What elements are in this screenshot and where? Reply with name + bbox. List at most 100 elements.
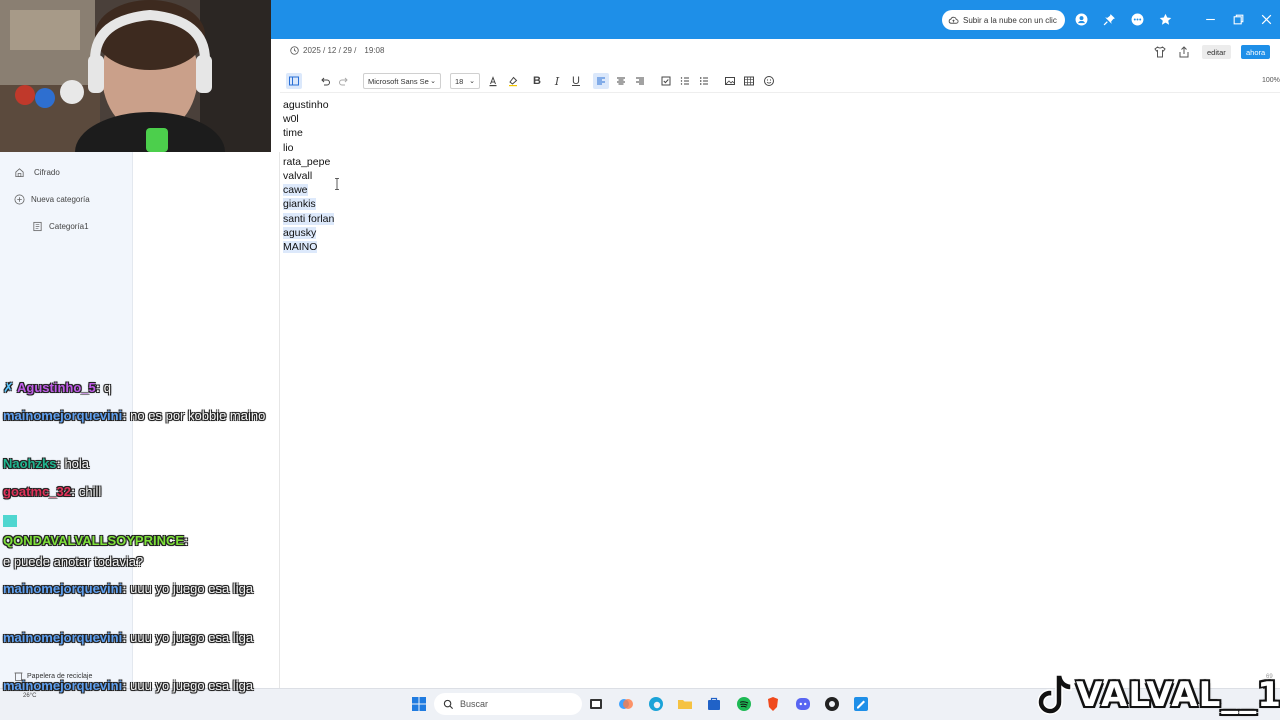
brave-icon[interactable] [765,696,781,712]
highlight-icon[interactable] [505,73,521,89]
image-icon[interactable] [722,73,738,89]
chat-colon: : [122,581,127,596]
text-line[interactable]: MAINO [283,240,334,254]
tiktok-watermark: VALVAL__11 [1036,672,1280,718]
file-explorer-icon[interactable] [677,696,693,712]
font-size-value: 18 [455,76,464,86]
zoom-level: 100% [1262,77,1280,84]
font-size-select[interactable]: 18 ⌄ [450,73,480,89]
shirt-icon[interactable] [1153,45,1167,59]
checkbox-icon[interactable] [658,73,674,89]
text-line[interactable]: w0l [283,112,334,126]
italic-icon[interactable]: I [549,73,565,89]
text-line[interactable]: giankis [283,197,334,211]
table-icon[interactable] [741,73,757,89]
text-line[interactable]: rata_pepe [283,155,334,169]
chat-colon: : [95,380,101,395]
notebook-icon [33,221,42,232]
sidebar-item-label: Categoría1 [49,222,89,231]
text-line-content: MAINO [283,241,318,254]
pencil-badge-icon: ✗ [3,380,18,395]
star-icon[interactable] [1157,11,1173,27]
close-icon[interactable] [1258,11,1274,27]
bold-icon[interactable]: B [529,73,545,89]
chat-username: mainomejorquevini [3,630,123,645]
text-line[interactable]: agusky [283,226,334,240]
cloud-upload-label: Subir a la nube con un clic [963,15,1057,25]
text-line[interactable]: agustinho [283,98,334,112]
sidebar-item-cifrado[interactable]: Cifrado [14,167,60,178]
chat-colon: : [70,484,76,499]
task-view-icon[interactable] [588,696,604,712]
sidebar-item-label: Cifrado [34,168,60,177]
sidebar-toggle-icon[interactable] [286,73,302,89]
bullet-list-icon[interactable] [696,73,712,89]
cloud-upload-button[interactable]: Subir a la nube con un clic [942,10,1065,30]
spotify-icon[interactable] [736,696,752,712]
clock-icon [290,46,299,55]
edit-button[interactable]: editar [1202,45,1231,59]
search-placeholder: Buscar [460,699,489,709]
minimize-icon[interactable] [1202,11,1218,27]
redo-icon[interactable] [336,73,352,89]
text-line[interactable]: santi forlan [283,212,335,226]
text-line[interactable]: valvall [283,169,334,183]
text-line[interactable]: lio [283,141,334,155]
webcam-overlay [0,0,271,152]
chat-text: hola [64,456,90,471]
numbered-list-icon[interactable] [677,73,693,89]
chat-username: mainomejorquevini [3,678,123,693]
user-icon[interactable] [1073,11,1089,27]
align-right-icon[interactable] [632,73,648,89]
font-family-select[interactable]: Microsoft Sans Se ⌄ [363,73,441,89]
chat-text: uuu yo juego esa liga [130,581,254,596]
discord-icon[interactable] [795,696,811,712]
note-time: 19:08 [364,46,385,55]
share-icon[interactable] [1177,45,1191,59]
chat-colon: : [184,533,189,548]
notes-app-icon[interactable] [853,696,869,712]
emoji-icon[interactable] [761,73,777,89]
sidebar-item-new-category[interactable]: Nueva categoría [14,194,90,205]
text-line-content: cawe [283,184,308,197]
chat-text: no es por kobbie maino [130,408,266,423]
align-center-icon[interactable] [613,73,629,89]
chat-message: ✗ Agustinho_5: q [3,377,111,398]
copilot-icon[interactable] [618,696,634,712]
title-bar: Subir a la nube con un clic [271,0,1280,39]
formatting-toolbar: Microsoft Sans Se ⌄ 18 ⌄ B I U [280,69,1280,93]
align-left-icon[interactable] [593,73,609,89]
tiktok-logo-icon [1037,674,1072,715]
edge-icon[interactable] [648,696,664,712]
text-line-content: rata_pepe [283,155,331,168]
chat-username: Naohzks [3,456,57,471]
font-color-icon[interactable] [485,73,501,89]
chat-colon: : [56,456,61,471]
pin-icon[interactable] [1101,11,1117,27]
undo-icon[interactable] [317,73,333,89]
text-line-content: agustinho [283,99,329,111]
chat-message: goatmc_32: chill [3,481,101,502]
chat-message: mainomejorquevini: uuu yo juego esa liga [3,675,340,696]
font-family-value: Microsoft Sans Se [368,76,429,86]
taskbar-search[interactable]: Buscar [434,693,582,715]
restore-icon[interactable] [1230,11,1246,27]
text-line[interactable]: cawe [283,183,334,197]
text-line-content: w0l [283,113,299,126]
chevron-down-icon: ⌄ [430,78,436,85]
chat-username: QONDAVALVALLSOYPRINCE [3,533,185,548]
now-button[interactable]: ahora [1241,45,1271,59]
store-icon[interactable] [706,696,722,712]
text-line-content: valvall [283,170,313,183]
search-icon [443,699,454,709]
more-icon[interactable] [1129,11,1145,27]
text-line[interactable]: time [283,126,334,140]
text-cursor-icon [335,178,339,190]
note-editor[interactable]: agustinho w0l time lio rata_pepevalvall cawe g… [283,98,335,254]
obs-icon[interactable] [824,696,840,712]
sidebar-item-categoria1[interactable]: Categoría1 [32,221,89,232]
chat-colon: : [122,630,127,645]
text-line-content: agusky [283,226,317,239]
underline-icon[interactable]: U [568,73,584,89]
windows-start-icon[interactable] [411,696,427,712]
